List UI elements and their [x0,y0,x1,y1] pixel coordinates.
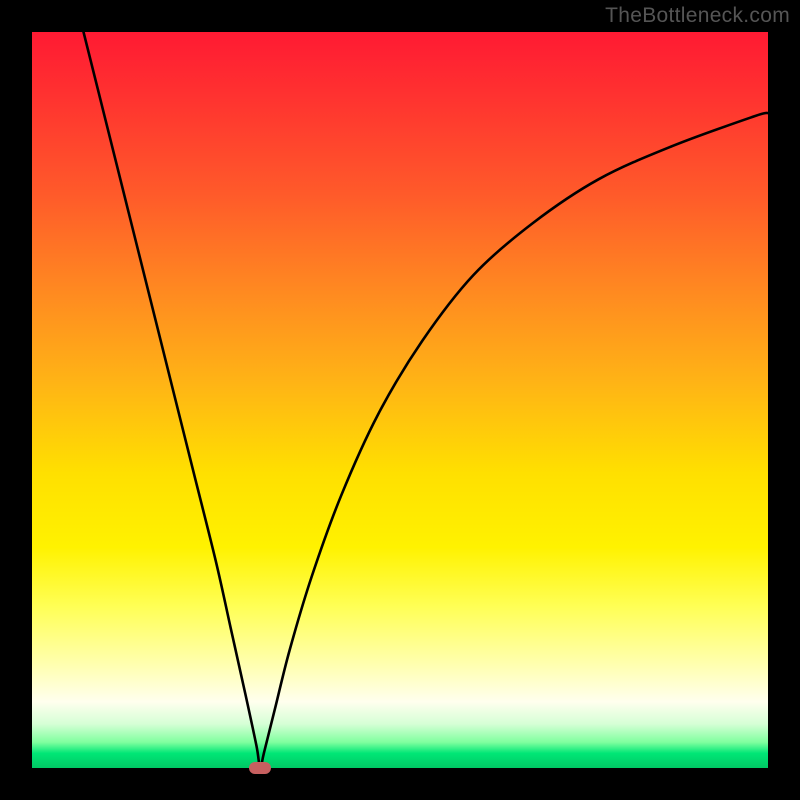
plot-area [32,32,768,768]
chart-container: TheBottleneck.com [0,0,800,800]
optimal-point-marker [249,762,271,774]
bottleneck-curve [32,32,768,768]
attribution-text: TheBottleneck.com [605,4,790,28]
